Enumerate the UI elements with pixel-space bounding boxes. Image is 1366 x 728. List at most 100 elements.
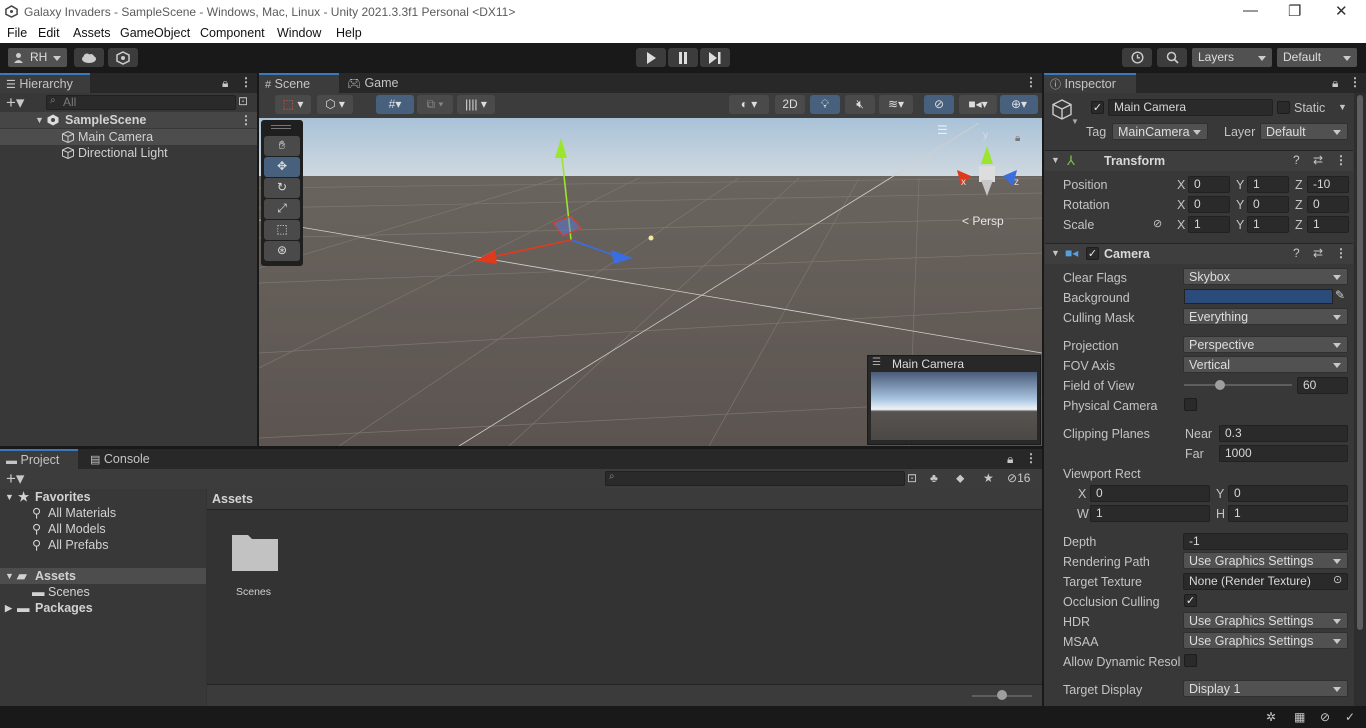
link-off-icon[interactable]: ⊘ [1153, 217, 1162, 230]
packages-folder-row[interactable]: ▶ ▬ Packages [0, 600, 206, 616]
layout-dropdown[interactable]: Default [1277, 48, 1357, 67]
scene-kebab-icon[interactable]: ⋮ [240, 112, 252, 128]
menu-file[interactable]: File [7, 26, 27, 40]
active-checkbox[interactable]: ✓ [1091, 101, 1104, 114]
camera-enabled-checkbox[interactable]: ✓ [1086, 247, 1099, 260]
occlusion-culling-checkbox[interactable]: ✓ [1184, 594, 1197, 607]
rotate-tool-button[interactable]: ↻ [264, 178, 300, 198]
object-name-input[interactable]: Main Camera [1108, 99, 1273, 116]
camera-header[interactable]: ▼ ■◂ ✓ Camera ? ⇄ ⋮ [1045, 243, 1353, 264]
check-circle-icon[interactable]: ✓ [1345, 710, 1355, 724]
menu-window[interactable]: Window [277, 26, 321, 40]
cloud-button[interactable] [74, 48, 104, 67]
pivot-dropdown[interactable]: ⬡ ▾ [317, 95, 353, 114]
allow-dynamic-resolution-checkbox[interactable] [1184, 654, 1197, 667]
menu-assets[interactable]: Assets [73, 26, 111, 40]
rect-tool-button[interactable]: ⬚ [264, 220, 300, 240]
hierarchy-item-directional-light[interactable]: Directional Light [0, 145, 257, 161]
layer-dropdown[interactable]: Default [1260, 123, 1348, 140]
filter-by-label-icon[interactable]: ⬥ [956, 471, 964, 486]
snap-settings-dropdown[interactable]: |||| ▾ [457, 95, 495, 114]
viewport-x-input[interactable]: 0 [1090, 485, 1210, 502]
kebab-menu-icon[interactable]: ⋮ [1025, 451, 1037, 465]
component-kebab-icon[interactable]: ⋮ [1335, 246, 1347, 260]
scene-visibility-button[interactable]: ⊘ [924, 95, 954, 114]
viewport-y-input[interactable]: 0 [1228, 485, 1348, 502]
icon-chevron-down-icon[interactable]: ▼ [1071, 117, 1079, 126]
preview-menu-icon[interactable]: ☰ [872, 357, 881, 368]
view-options-icon[interactable]: ☰ [937, 123, 948, 137]
static-checkbox[interactable] [1277, 101, 1290, 114]
hdr-dropdown[interactable]: Use Graphics Settings [1183, 612, 1348, 629]
toggle-2d-button[interactable]: 2D [775, 95, 805, 114]
play-button[interactable] [636, 48, 666, 67]
history-button[interactable] [1122, 48, 1152, 67]
position-z-input[interactable]: -10 [1307, 176, 1349, 193]
rotation-z-input[interactable]: 0 [1307, 196, 1349, 213]
scale-z-input[interactable]: 1 [1307, 216, 1349, 233]
add-icon[interactable]: +▾ [6, 93, 24, 113]
chevron-down-icon[interactable]: ▼ [1051, 155, 1060, 165]
scale-y-input[interactable]: 1 [1247, 216, 1289, 233]
preset-icon[interactable]: ⇄ [1313, 153, 1323, 167]
hand-tool-button[interactable]: ✋︎ [264, 136, 300, 156]
gizmo-lock-icon[interactable]: 🔒︎ [1015, 133, 1020, 144]
preset-icon[interactable]: ⇄ [1313, 246, 1323, 260]
menu-gameobject[interactable]: GameObject [120, 26, 190, 40]
favorite-item-all-prefabs[interactable]: ⚲ All Prefabs [0, 537, 206, 553]
lock-icon[interactable]: 🔒︎ [222, 76, 228, 91]
eyedropper-icon[interactable]: ✎ [1335, 288, 1345, 302]
hierarchy-item-main-camera[interactable]: Main Camera [0, 129, 257, 145]
effects-dropdown[interactable]: ≋▾ [879, 95, 913, 114]
scene-row[interactable]: ▼ SampleScene ⋮ [0, 112, 257, 128]
grid-snap-dropdown[interactable]: #▾ [376, 95, 414, 114]
search-options-icon[interactable]: ⊡ [238, 94, 248, 108]
lock-icon[interactable]: 🔒︎ [1332, 76, 1338, 91]
msaa-dropdown[interactable]: Use Graphics Settings [1183, 632, 1348, 649]
minimize-button[interactable]: — [1243, 2, 1258, 19]
search-button[interactable] [1157, 48, 1187, 67]
scale-tool-button[interactable]: ⤢ [264, 199, 300, 219]
hidden-packages-icon[interactable]: ⊘16 [1007, 471, 1030, 485]
close-button[interactable]: ✕ [1335, 2, 1348, 20]
help-icon[interactable]: ? [1293, 153, 1300, 167]
component-kebab-icon[interactable]: ⋮ [1335, 153, 1347, 167]
favorite-item-all-materials[interactable]: ⚲ All Materials [0, 505, 206, 521]
viewport-h-input[interactable]: 1 [1228, 505, 1348, 522]
progress-icon[interactable]: ⊘ [1320, 710, 1330, 724]
projection-dropdown[interactable]: Perspective [1183, 336, 1348, 353]
shading-mode-dropdown[interactable]: ◐ ▾ [729, 95, 769, 114]
menu-component[interactable]: Component [200, 26, 265, 40]
increment-snap-dropdown[interactable]: ⧉ ▾ [417, 95, 453, 114]
far-clip-input[interactable]: 1000 [1219, 445, 1348, 462]
projection-label[interactable]: < Persp [962, 214, 1004, 228]
tab-inspector[interactable]: ⓘ Inspector [1044, 73, 1136, 93]
breadcrumb[interactable]: Assets [212, 492, 253, 506]
tab-project[interactable]: ▬ Project [0, 449, 78, 469]
object-picker-icon[interactable]: ⊙ [1333, 573, 1342, 586]
icon-size-slider-handle[interactable] [997, 690, 1007, 700]
asset-item-scenes-folder[interactable]: Scenes [220, 527, 288, 599]
background-color-swatch[interactable] [1184, 289, 1333, 304]
tab-console[interactable]: ▤ Console [84, 449, 164, 469]
near-clip-input[interactable]: 0.3 [1219, 425, 1348, 442]
rotation-x-input[interactable]: 0 [1188, 196, 1230, 213]
move-tool-button[interactable]: ✥ [264, 157, 300, 177]
fov-slider-handle[interactable] [1214, 380, 1225, 390]
scale-x-input[interactable]: 1 [1188, 216, 1230, 233]
project-search-input[interactable] [605, 471, 905, 486]
gizmos-dropdown[interactable]: ⊕▾ [1000, 95, 1038, 114]
step-button[interactable] [700, 48, 730, 67]
fov-axis-dropdown[interactable]: Vertical [1183, 356, 1348, 373]
chevron-down-icon[interactable]: ▼ [35, 112, 44, 128]
depth-input[interactable]: -1 [1183, 533, 1348, 550]
static-dropdown-chevron-icon[interactable]: ▼ [1338, 102, 1347, 112]
favorites-row[interactable]: ▼ ★ Favorites [0, 489, 206, 505]
physical-camera-checkbox[interactable] [1184, 398, 1197, 411]
add-icon[interactable]: +▾ [6, 469, 24, 489]
favorite-item-all-models[interactable]: ⚲ All Models [0, 521, 206, 537]
palette-handle[interactable] [271, 125, 291, 129]
transform-tool-button[interactable]: ⊛ [264, 241, 300, 261]
tag-dropdown[interactable]: MainCamera [1112, 123, 1208, 140]
draw-mode-dropdown[interactable]: ⬚ ▾ [275, 95, 311, 114]
